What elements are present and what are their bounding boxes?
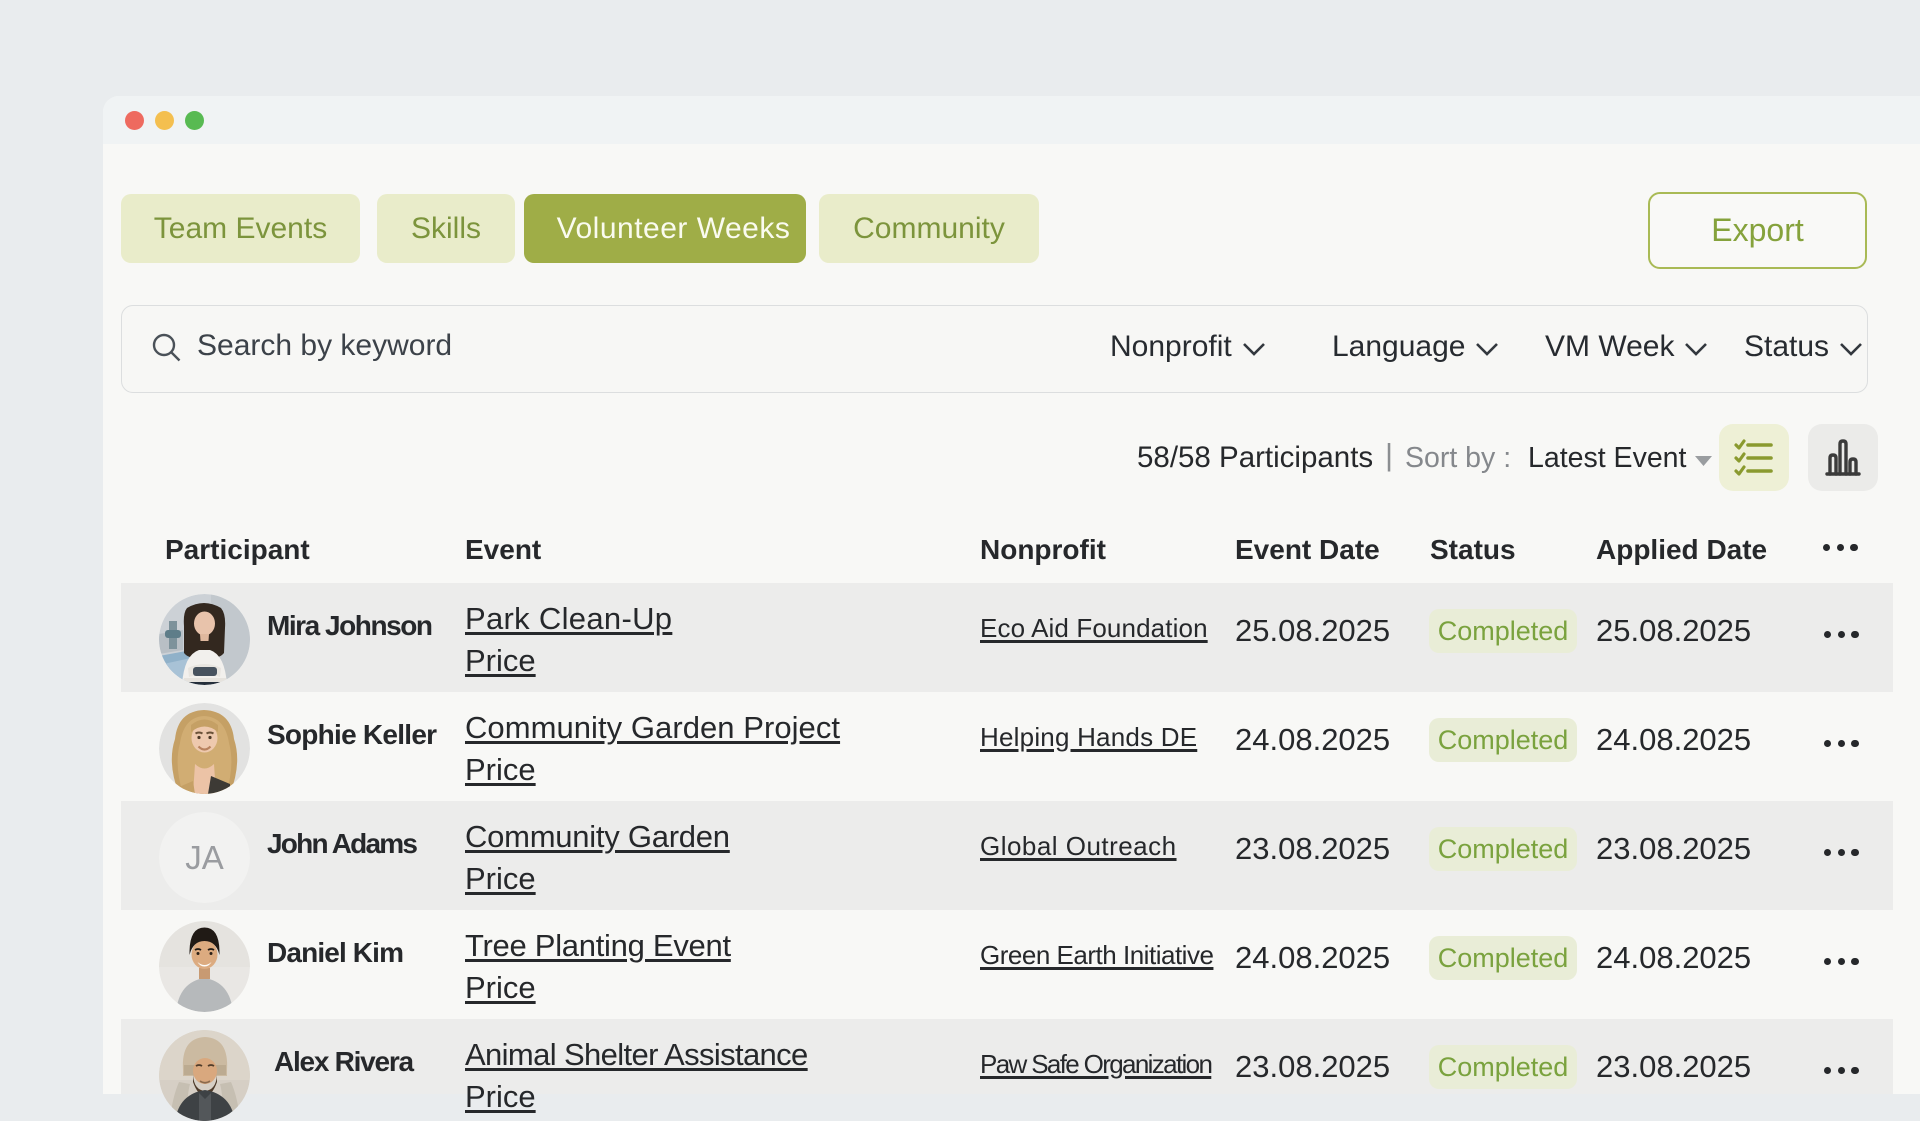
svg-text:JA: JA <box>185 839 224 876</box>
